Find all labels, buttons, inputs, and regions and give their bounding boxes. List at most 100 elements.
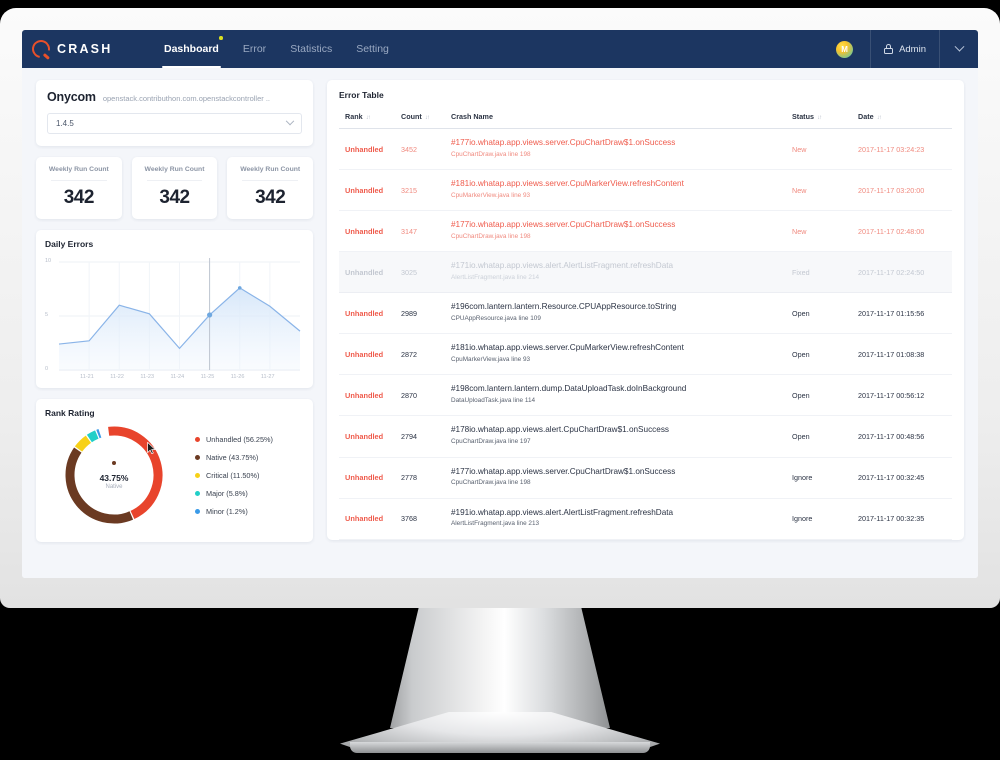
stat-label-3: Weekly Run Count (240, 166, 301, 173)
cell-crash-name[interactable]: #171io.whatap.app.views.alert.AlertListF… (451, 251, 792, 294)
column-label-date: Date (858, 112, 874, 121)
chevron-down-icon (285, 116, 295, 125)
stat-value-1: 342 (63, 187, 95, 208)
donut-center-value: 43.75% (99, 472, 129, 483)
notification-dot-icon (219, 36, 223, 40)
nav-item-statistics[interactable]: Statistics (288, 30, 334, 68)
table-row[interactable]: Unhandled 3768 #191io.whatap.app.views.ale… (339, 498, 952, 540)
legend-item-2[interactable]: Critical (11.50%) (195, 471, 273, 480)
legend-item-0[interactable]: Unhandled (56.25%) (195, 435, 273, 444)
crash-name-main: #177io.whatap.app.views.server.CpuChartD… (451, 138, 676, 147)
legend-color-dot-icon (195, 508, 200, 514)
column-header-date[interactable]: Date ↓↑ (858, 112, 952, 129)
rank-rating-card: Rank Rating 43.75% Native Unhandled (56.… (36, 399, 313, 542)
table-row[interactable]: Unhandled 2778 #177io.whatap.app.views.ser… (339, 457, 952, 499)
nav-item-setting[interactable]: Setting (354, 30, 391, 68)
cell-date: 2017-11-17 03:20:00 (858, 169, 952, 212)
cell-crash-name[interactable]: #181io.whatap.app.views.server.CpuMarker… (451, 333, 792, 376)
chevron-down-icon (954, 41, 964, 52)
cell-rank: Unhandled (339, 210, 401, 253)
sort-icon-date: ↓↑ (876, 115, 882, 121)
rank-donut-chart[interactable]: 43.75% Native (59, 420, 169, 530)
cell-count: 2778 (401, 457, 451, 499)
cell-crash-name[interactable]: #198com.lantern.lantern.dump.DataUploadT… (451, 374, 792, 417)
version-select-value: 1.4.5 (56, 119, 74, 128)
crash-name-source: AlertListFragment.java line 214 (451, 274, 540, 282)
sort-icon-rank: ↓↑ (365, 115, 371, 121)
nav-label-dashboard: Dashboard (164, 43, 219, 55)
cell-crash-name[interactable]: #177io.whatap.app.views.server.CpuChartD… (451, 457, 792, 499)
cell-crash-name[interactable]: #181io.whatap.app.views.server.CpuMarker… (451, 169, 792, 212)
status-badge: New (792, 210, 858, 253)
column-header-crash-name[interactable]: Crash Name (451, 112, 792, 129)
table-row[interactable]: Unhandled 2870 #198com.lantern.lantern.dum… (339, 374, 952, 417)
crash-name-main: #171io.whatap.app.views.alert.AlertListF… (451, 261, 674, 271)
legend-item-4[interactable]: Minor (1.2%) (195, 507, 273, 516)
nav-item-error[interactable]: Error (241, 30, 268, 68)
crash-name-source: CpuChartDraw.java line 197 (451, 438, 531, 446)
cell-crash-name[interactable]: #191io.whatap.app.views.alert.AlertListF… (451, 498, 792, 540)
data-point[interactable] (207, 312, 213, 318)
column-header-status[interactable]: Status ↓↑ (792, 112, 858, 129)
cell-date: 2017-11-17 00:32:35 (858, 498, 952, 540)
admin-menu[interactable]: Admin (871, 44, 939, 55)
admin-dropdown-toggle[interactable] (940, 41, 978, 53)
legend-label: Unhandled (56.25%) (206, 434, 273, 444)
cell-crash-name[interactable]: #177io.whatap.app.views.server.CpuChartD… (451, 210, 792, 253)
main-nav: Dashboard Error Statistics Setting (162, 30, 391, 68)
x-axis-tick-label: 11-22 (110, 374, 124, 380)
project-card: Onycom openstack.contributhon.com.openst… (36, 80, 313, 146)
table-row[interactable]: Unhandled 3215 #181io.whatap.app.views.ser… (339, 169, 952, 212)
cell-date: 2017-11-17 03:24:23 (858, 128, 952, 171)
table-row[interactable]: Unhandled 2989 #196com.lantern.lantern.Res… (339, 292, 952, 335)
crash-name-source: CpuChartDraw.java line 198 (451, 479, 531, 487)
table-row[interactable]: Unhandled 3147 #177io.whatap.app.views.ser… (339, 210, 952, 253)
table-row[interactable]: Unhandled 3025 #171io.whatap.app.views.ale… (339, 251, 952, 294)
crash-name-main: #196com.lantern.lantern.Resource.CPUAppR… (451, 302, 677, 312)
legend-color-dot-icon (195, 454, 200, 460)
x-axis-tick-label: 11-21 (80, 374, 94, 380)
stat-divider-1 (51, 180, 107, 181)
crash-name-main: #198com.lantern.lantern.dump.DataUploadT… (451, 384, 687, 394)
cell-crash-name[interactable]: #178io.whatap.app.views.alert.CpuChartDr… (451, 415, 792, 458)
column-label-count: Count (401, 112, 422, 121)
crash-name-main: #177io.whatap.app.views.server.CpuChartD… (451, 466, 676, 476)
project-name: Onycom (47, 90, 96, 104)
version-select[interactable]: 1.4.5 (47, 113, 302, 134)
cell-count: 3215 (401, 169, 451, 212)
status-badge: New (792, 169, 858, 212)
crash-name-source: CpuMarkerView.java line 93 (451, 191, 531, 199)
table-row[interactable]: Unhandled 2794 #178io.whatap.app.views.ale… (339, 415, 952, 458)
table-row[interactable]: Unhandled 3452 #177io.whatap.app.views.ser… (339, 128, 952, 171)
nav-item-dashboard[interactable]: Dashboard (162, 30, 223, 68)
cell-crash-name[interactable]: #177io.whatap.app.views.server.CpuChartD… (451, 128, 792, 171)
status-badge: Ignore (792, 457, 858, 499)
stat-card-2: Weekly Run Count 342 (131, 157, 218, 219)
admin-label: Admin (899, 43, 926, 55)
monitor-base (350, 742, 650, 753)
cell-date: 2017-11-17 01:08:38 (858, 333, 952, 376)
column-header-count[interactable]: Count ↓↑ (401, 112, 451, 129)
cell-count: 3768 (401, 498, 451, 540)
legend-color-dot-icon (195, 436, 200, 442)
app-logo[interactable]: CRASH (28, 36, 128, 62)
status-badge: Open (792, 292, 858, 335)
donut-center-sublabel: Native (105, 483, 123, 490)
table-row[interactable]: Unhandled 2872 #181io.whatap.app.views.ser… (339, 333, 952, 376)
dashboard-app: CRASH Dashboard Error Statistics Setting (22, 30, 978, 578)
rank-rating-legend: Unhandled (56.25%) Native (43.75%) Critica… (195, 435, 273, 516)
avatar[interactable]: M (836, 40, 854, 58)
right-column: Error Table Rank ↓↑ Count ↓↑ Crash Name … (327, 80, 964, 542)
cell-rank: Unhandled (339, 169, 401, 212)
mouse-cursor-icon (147, 442, 156, 454)
daily-errors-chart[interactable]: 0 5 10 11-21 11-22 11-23 11-24 11-25 11-26 11-27 (45, 254, 304, 384)
column-header-rank[interactable]: Rank ↓↑ (339, 112, 401, 129)
crash-name-main: #191io.whatap.app.views.alert.AlertListF… (451, 507, 674, 517)
cell-date: 2017-11-17 02:48:00 (858, 210, 952, 253)
crash-name-main: #177io.whatap.app.views.server.CpuChartD… (451, 220, 676, 230)
legend-item-3[interactable]: Major (5.8%) (195, 489, 273, 498)
data-point[interactable] (237, 286, 242, 290)
legend-item-1[interactable]: Native (43.75%) (195, 453, 273, 462)
stat-card-3: Weekly Run Count 342 (227, 157, 314, 219)
cell-crash-name[interactable]: #196com.lantern.lantern.Resource.CPUAppR… (451, 292, 792, 335)
